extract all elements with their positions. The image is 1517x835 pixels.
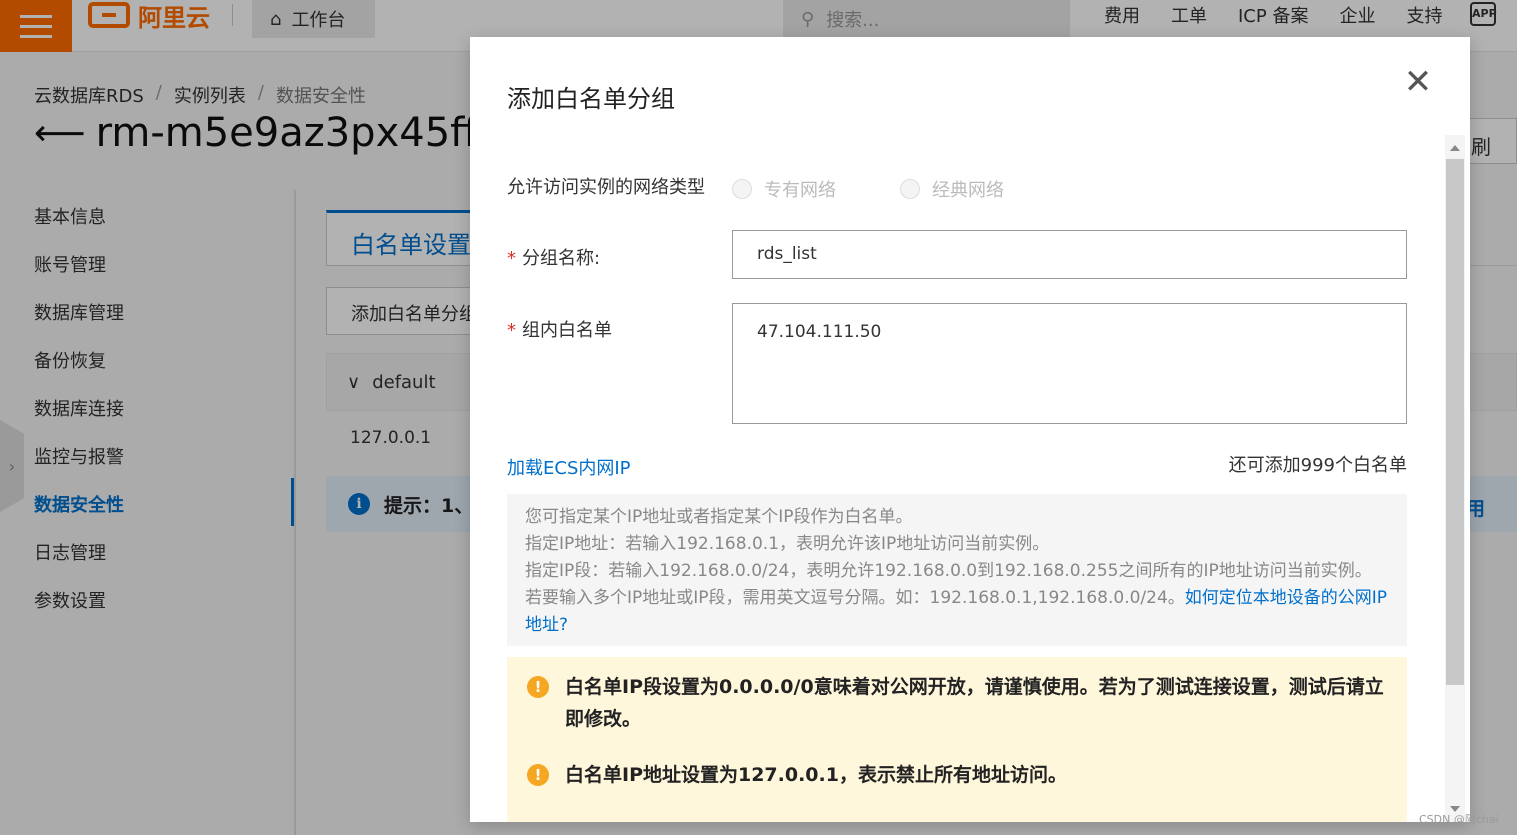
remaining-count: 还可添加999个白名单 bbox=[1228, 455, 1407, 476]
radio-label: 专有网络 bbox=[764, 180, 836, 201]
help-line: 指定IP地址：若输入192.168.0.1，表明允许该IP地址访问当前实例。 bbox=[525, 534, 1050, 554]
group-name-label-text: 分组名称: bbox=[522, 248, 601, 269]
radio-label: 经典网络 bbox=[932, 180, 1004, 201]
whitelist-textarea[interactable]: 47.104.111.50 bbox=[732, 303, 1407, 424]
add-whitelist-group-dialog: 添加白名单分组 ✕ 允许访问实例的网络类型 专有网络 经典网络 * 分组名称: r… bbox=[470, 37, 1470, 822]
help-line-with-link: 若要输入多个IP地址或IP段，需用英文逗号分隔。如：192.168.0.1,19… bbox=[525, 585, 1389, 639]
radio-dot bbox=[732, 179, 752, 199]
scroll-up-arrow-icon[interactable] bbox=[1450, 145, 1460, 151]
help-line: 您可指定某个IP地址或者指定某个IP段作为白名单。 bbox=[525, 507, 913, 527]
warning-item: ! 白名单IP段设置为0.0.0.0/0意味着对公网开放，请谨慎使用。若为了测试… bbox=[527, 671, 1387, 735]
group-name-label: * 分组名称: bbox=[507, 244, 600, 270]
required-marker: * bbox=[507, 320, 516, 341]
radio-vpc[interactable]: 专有网络 bbox=[732, 176, 836, 202]
required-marker: * bbox=[507, 248, 516, 269]
warning-box: ! 白名单IP段设置为0.0.0.0/0意味着对公网开放，请谨慎使用。若为了测试… bbox=[507, 657, 1407, 822]
whitelist-label-text: 组内白名单 bbox=[522, 320, 612, 341]
help-text-box: 您可指定某个IP地址或者指定某个IP段作为白名单。 指定IP地址：若输入192.… bbox=[507, 494, 1407, 646]
warning-icon: ! bbox=[527, 676, 549, 698]
watermark: CSDN @阿chai bbox=[1419, 813, 1499, 826]
scrollbar-thumb[interactable] bbox=[1446, 159, 1464, 685]
load-ecs-ip-link[interactable]: 加载ECS内网IP bbox=[507, 454, 631, 480]
radio-classic[interactable]: 经典网络 bbox=[900, 176, 1004, 202]
whitelist-label: * 组内白名单 bbox=[507, 316, 612, 342]
dialog-body: 允许访问实例的网络类型 专有网络 经典网络 * 分组名称: rds_list * 组… bbox=[507, 37, 1407, 822]
network-type-label: 允许访问实例的网络类型 bbox=[507, 177, 705, 198]
warning-icon: ! bbox=[527, 764, 549, 786]
group-name-input[interactable]: rds_list bbox=[732, 230, 1407, 279]
help-line: 若要输入多个IP地址或IP段，需用英文逗号分隔。如：192.168.0.1,19… bbox=[525, 588, 1185, 608]
warning-text: 白名单IP段设置为0.0.0.0/0意味着对公网开放，请谨慎使用。若为了测试连接… bbox=[565, 676, 1384, 730]
warning-text: 白名单IP地址设置为127.0.0.1，表示禁止所有地址访问。 bbox=[565, 764, 1067, 786]
radio-dot bbox=[900, 179, 920, 199]
help-line: 指定IP段：若输入192.168.0.0/24，表明允许192.168.0.0到… bbox=[525, 561, 1372, 581]
warning-item: ! 白名单IP地址设置为127.0.0.1，表示禁止所有地址访问。 bbox=[527, 759, 1387, 791]
dialog-scrollbar[interactable] bbox=[1445, 135, 1465, 822]
